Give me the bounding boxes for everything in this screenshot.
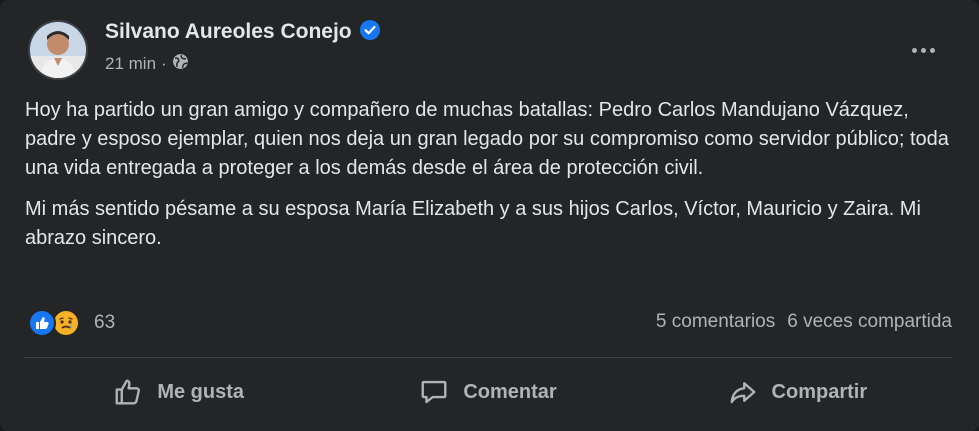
engagement-counts: 5 comentarios 6 veces compartida — [656, 311, 952, 333]
meta-separator: · — [161, 54, 167, 73]
share-arrow-icon — [730, 382, 755, 404]
globe-icon[interactable] — [172, 53, 189, 75]
reactions-summary[interactable]: 63 — [28, 309, 115, 337]
like-button[interactable]: Me gusta — [24, 364, 333, 420]
post-header: Silvano Aureoles Conejo 21 min · — [28, 20, 958, 84]
dot-2 — [920, 47, 926, 53]
reaction-count: 63 — [94, 312, 116, 333]
author-name[interactable]: Silvano Aureoles Conejo — [105, 20, 352, 43]
post-timestamp[interactable]: 21 min — [105, 54, 156, 74]
comments-count-link[interactable]: 5 comentarios — [656, 311, 775, 332]
author-name-row: Silvano Aureoles Conejo — [105, 20, 380, 46]
more-options-button[interactable] — [898, 30, 948, 70]
like-reaction-icon — [28, 309, 56, 337]
post-paragraph-2: Mi más sentido pésame a su esposa María … — [25, 198, 921, 249]
share-button[interactable]: Compartir — [643, 364, 952, 420]
verified-badge-icon — [359, 20, 380, 46]
dot-3 — [929, 47, 935, 53]
post-stats: 63 5 comentarios 6 veces compartida — [28, 307, 952, 339]
post-meta: 21 min · — [105, 53, 189, 75]
author-avatar[interactable] — [28, 20, 88, 80]
comment-button[interactable]: Comentar — [333, 364, 642, 420]
post-body: Hoy ha partido un gran amigo y compañero… — [25, 96, 960, 265]
like-label: Me gusta — [157, 380, 244, 403]
shares-count-link[interactable]: 6 veces compartida — [787, 311, 952, 332]
actions-divider — [24, 357, 952, 358]
thumbs-up-icon — [115, 379, 141, 405]
dot-1 — [911, 47, 917, 53]
sad-reaction-icon — [52, 309, 80, 337]
comment-label: Comentar — [463, 380, 557, 403]
post-paragraph-1: Hoy ha partido un gran amigo y compañero… — [25, 99, 949, 179]
post-actions: Me gusta Comentar Compartir — [24, 364, 952, 420]
comment-icon — [421, 380, 447, 404]
post-card: Silvano Aureoles Conejo 21 min · Hoy ha … — [0, 0, 979, 431]
share-label: Compartir — [771, 380, 868, 403]
